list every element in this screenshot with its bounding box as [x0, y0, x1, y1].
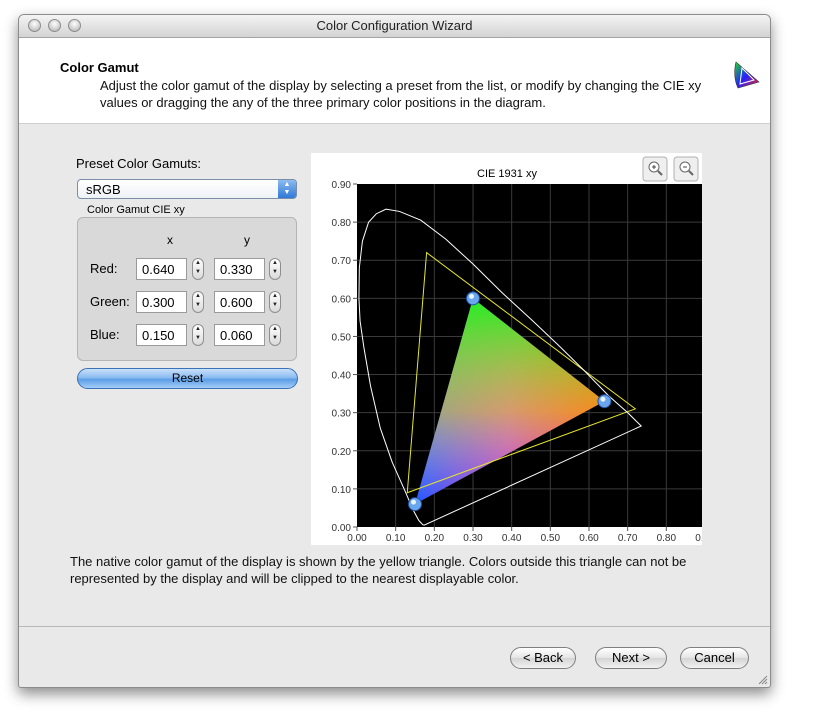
x-tick-label: 0.80: [657, 533, 677, 544]
y-tick-label: 0.90: [332, 180, 352, 191]
y-column-header: y: [244, 233, 250, 247]
wizard-header: Color Gamut Adjust the color gamut of th…: [19, 38, 770, 124]
title-bar[interactable]: Color Configuration Wizard: [19, 15, 770, 38]
zoom-out-button[interactable]: [673, 156, 699, 182]
next-button[interactable]: Next >: [595, 647, 667, 669]
green-x-stepper[interactable]: ▲ ▼: [192, 291, 204, 313]
x-tick-label: 0.90: [695, 533, 702, 544]
green-label: Green:: [90, 294, 130, 309]
red-label: Red:: [90, 261, 118, 276]
y-tick-label: 0.10: [332, 485, 352, 496]
window-title: Color Configuration Wizard: [316, 18, 473, 33]
blue-y-field[interactable]: 0.060: [214, 324, 265, 346]
x-tick-label: 0.10: [386, 533, 406, 544]
y-tick-label: 0.00: [332, 523, 352, 534]
green-primary-handle-highlight: [469, 293, 474, 299]
blue-x-stepper[interactable]: ▲ ▼: [192, 324, 204, 346]
color-gamut-icon: [734, 61, 760, 89]
red-primary-handle-highlight: [600, 396, 606, 402]
green-x-field[interactable]: 0.300: [136, 291, 187, 313]
x-tick-label: 0.50: [541, 533, 561, 544]
green-y-field[interactable]: 0.600: [214, 291, 265, 313]
select-arrows-icon: ▲ ▼: [278, 180, 296, 198]
blue-y-stepper[interactable]: ▲ ▼: [269, 324, 281, 346]
x-column-header: x: [167, 233, 173, 247]
footer-note: The native color gamut of the display is…: [70, 554, 687, 586]
y-tick-label: 0.40: [332, 371, 352, 382]
cie-chart[interactable]: CIE 1931 xy 0.00 0.10 0.20 0.30 0.40 0.50 0.60…: [311, 153, 715, 545]
resize-grip-icon[interactable]: [758, 675, 768, 685]
wizard-window: Color Configuration Wizard Color Gamut A…: [18, 14, 771, 688]
y-tick-label: 0.70: [332, 256, 352, 267]
red-y-stepper[interactable]: ▲ ▼: [269, 258, 281, 280]
zoom-in-button[interactable]: [642, 156, 668, 182]
reset-button[interactable]: Reset: [77, 368, 298, 389]
red-x-field[interactable]: 0.640: [136, 258, 187, 280]
preset-selected-value: sRGB: [86, 182, 121, 197]
y-tick-label: 0.80: [332, 218, 352, 229]
blue-label: Blue:: [90, 327, 120, 342]
chart-title: CIE 1931 xy: [477, 168, 537, 180]
back-button[interactable]: < Back: [510, 647, 576, 669]
preset-select[interactable]: sRGB ▲ ▼: [77, 179, 297, 199]
y-tick-label: 0.30: [332, 409, 352, 420]
cancel-button[interactable]: Cancel: [680, 647, 749, 669]
blue-primary-handle-highlight: [411, 499, 416, 505]
cie-chart-panel: CIE 1931 xy 0.00 0.10 0.20 0.30 0.40 0.50 0.60…: [311, 153, 715, 545]
y-tick-label: 0.20: [332, 447, 352, 458]
page-title: Color Gamut: [60, 60, 139, 75]
page-description: Adjust the color gamut of the display by…: [100, 78, 702, 110]
x-tick-label: 0.30: [463, 533, 483, 544]
red-y-field[interactable]: 0.330: [214, 258, 265, 280]
x-tick-label: 0.60: [579, 533, 599, 544]
x-tick-label: 0.20: [425, 533, 445, 544]
green-y-stepper[interactable]: ▲ ▼: [269, 291, 281, 313]
blue-x-field[interactable]: 0.150: [136, 324, 187, 346]
preset-label: Preset Color Gamuts:: [76, 156, 201, 171]
gamut-group-title: Color Gamut CIE xy: [87, 204, 185, 216]
x-tick-label: 0.00: [347, 533, 367, 544]
x-tick-label: 0.40: [502, 533, 522, 544]
red-x-stepper[interactable]: ▲ ▼: [192, 258, 204, 280]
y-tick-label: 0.50: [332, 332, 352, 343]
footer-divider: [19, 626, 770, 627]
x-tick-label: 0.70: [618, 533, 638, 544]
y-tick-label: 0.60: [332, 294, 352, 305]
